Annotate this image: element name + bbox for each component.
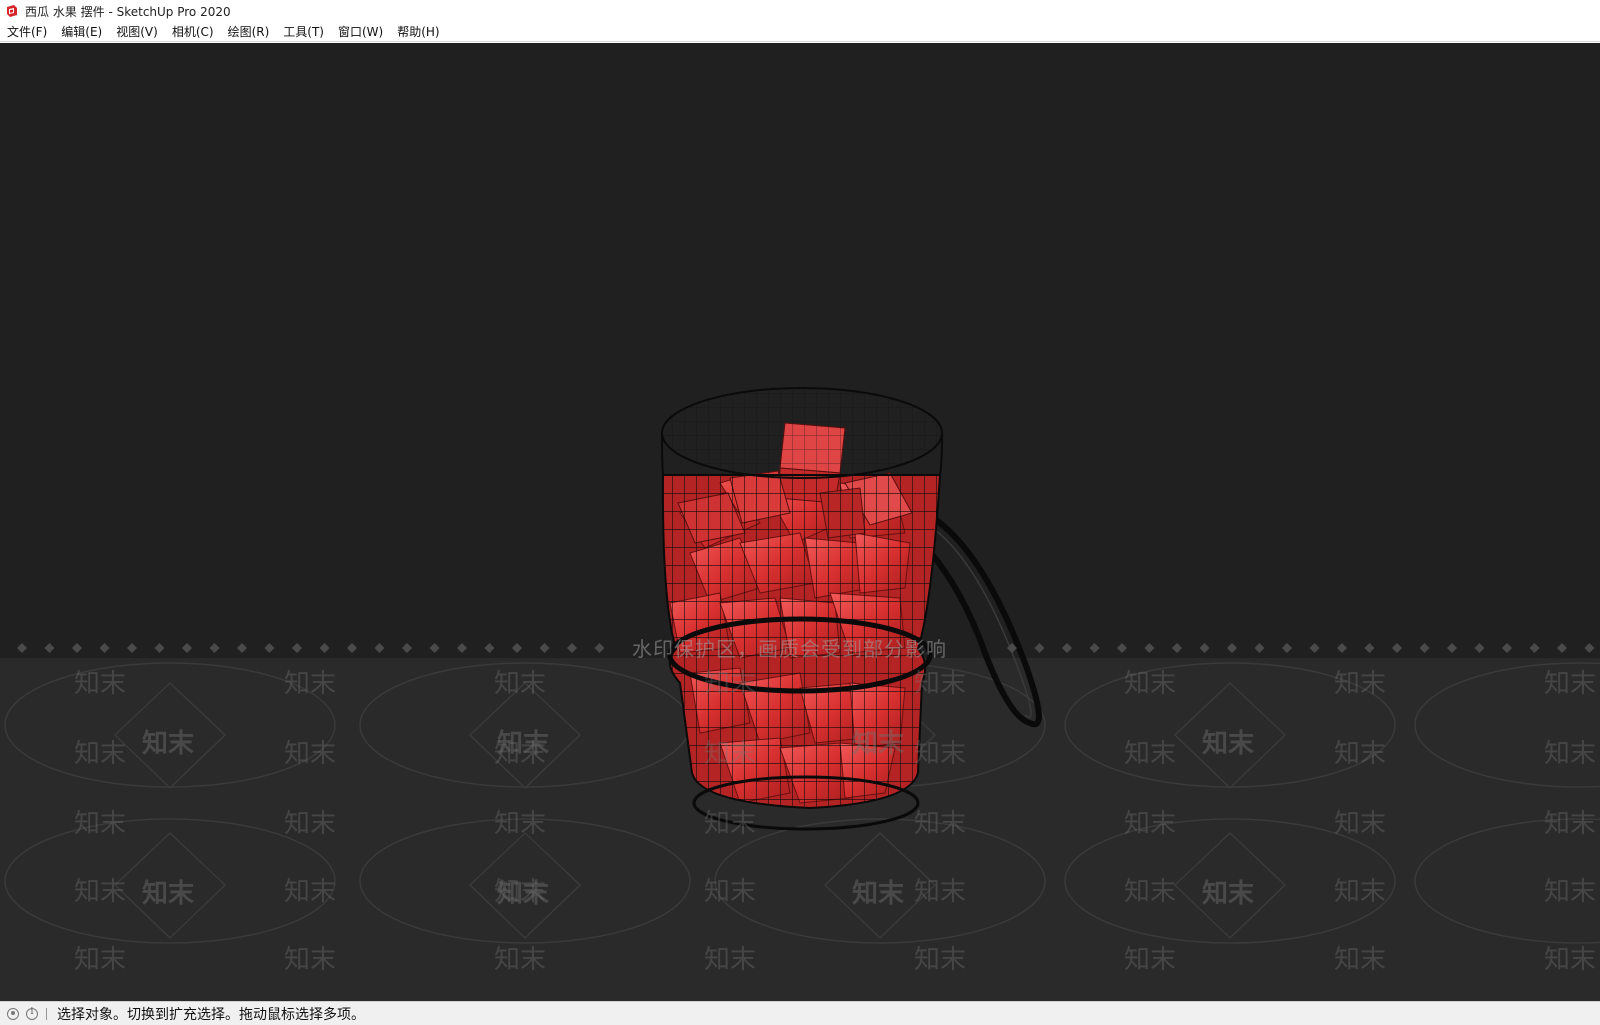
- menu-file[interactable]: 文件(F): [0, 22, 54, 42]
- watermark-diamond: [539, 643, 550, 653]
- status-hint: 选择对象。切换到扩充选择。拖动鼠标选择多项。: [57, 1006, 365, 1023]
- watermark-diamond: [1502, 643, 1512, 653]
- watermark-diamond: [127, 643, 137, 653]
- watermark-diamond: [1557, 643, 1567, 653]
- watermark-diamond: [1337, 643, 1347, 653]
- watermark-diamond: [292, 643, 302, 653]
- watermark-diamond: [457, 643, 467, 653]
- watermark-diamond: [1062, 643, 1072, 653]
- watermark-diamond: [237, 643, 247, 653]
- model-viewport[interactable]: 水印保护区，画质会受到部分影响 知末 知末 知末 知末 知末 知末 知末 知末 知末 知末 知末 知末…: [0, 43, 1600, 1001]
- watermark-diamond: [594, 643, 605, 653]
- watermark-diamond: [1089, 643, 1100, 653]
- menu-camera[interactable]: 相机(C): [165, 22, 221, 42]
- watermark-diamond: [1529, 643, 1540, 653]
- watermark-diamond: [512, 643, 522, 653]
- status-bar: 选择对象。切换到扩充选择。拖动鼠标选择多项。: [0, 1001, 1600, 1025]
- menu-edit[interactable]: 编辑(E): [54, 22, 109, 42]
- watermark-diamond: [99, 643, 110, 653]
- watermark-diamond: [1584, 643, 1595, 653]
- watermark-diamond: [1227, 643, 1237, 653]
- watermark-diamond: [1447, 643, 1457, 653]
- info-icon[interactable]: [26, 1007, 38, 1020]
- watermark-diamond: [1282, 643, 1292, 653]
- menu-tools[interactable]: 工具(T): [276, 22, 331, 42]
- menu-draw[interactable]: 绘图(R): [221, 22, 277, 42]
- watermark-diamond: [154, 643, 165, 653]
- watermark-diamond: [319, 643, 330, 653]
- watermark-diamond: [1117, 643, 1127, 653]
- watermark-diamond: [374, 643, 385, 653]
- watermark-diamond: [17, 643, 27, 653]
- watermark-diamond: [347, 643, 357, 653]
- watermark-diamond: [264, 643, 275, 653]
- watermark-diamond: [1474, 643, 1485, 653]
- watermark-diamond: [484, 643, 495, 653]
- geo-location-icon[interactable]: [7, 1007, 19, 1020]
- watermark-diamond: [1172, 643, 1182, 653]
- watermark-diamond: [1419, 643, 1430, 653]
- window-title: 西瓜 水果 摆件 - SketchUp Pro 2020: [25, 4, 231, 19]
- watermark-diamond: [182, 643, 192, 653]
- watermark-diamond: [209, 643, 220, 653]
- watermark-diamond: [1034, 643, 1045, 653]
- sketchup-window: 西瓜 水果 摆件 - SketchUp Pro 2020 文件(F) 编辑(E)…: [0, 0, 1600, 1025]
- menu-bar: 文件(F) 编辑(E) 视图(V) 相机(C) 绘图(R) 工具(T) 窗口(W…: [0, 22, 1600, 42]
- watermark-diamond: [72, 643, 82, 653]
- watermark-diamond: [402, 643, 412, 653]
- title-bar: 西瓜 水果 摆件 - SketchUp Pro 2020: [0, 0, 1600, 22]
- watermark-diamond: [1199, 643, 1210, 653]
- menu-view[interactable]: 视图(V): [109, 22, 165, 42]
- status-separator: [46, 1007, 47, 1020]
- watermark-notice: 水印保护区，画质会受到部分影响: [632, 637, 947, 661]
- menu-window[interactable]: 窗口(W): [331, 22, 390, 42]
- viewport-scene: [0, 387, 1600, 1001]
- watermark-diamond: [1309, 643, 1320, 653]
- watermark-diamond: [44, 643, 55, 653]
- watermark-diamond: [1254, 643, 1265, 653]
- watermark-diamond: [1392, 643, 1402, 653]
- watermark-diamond: [429, 643, 440, 653]
- watermark-diamond: [1144, 643, 1155, 653]
- sketchup-app-icon: [7, 5, 17, 17]
- menu-help[interactable]: 帮助(H): [390, 22, 446, 42]
- watermark-diamond: [1364, 643, 1375, 653]
- watermark-diamond: [567, 643, 577, 653]
